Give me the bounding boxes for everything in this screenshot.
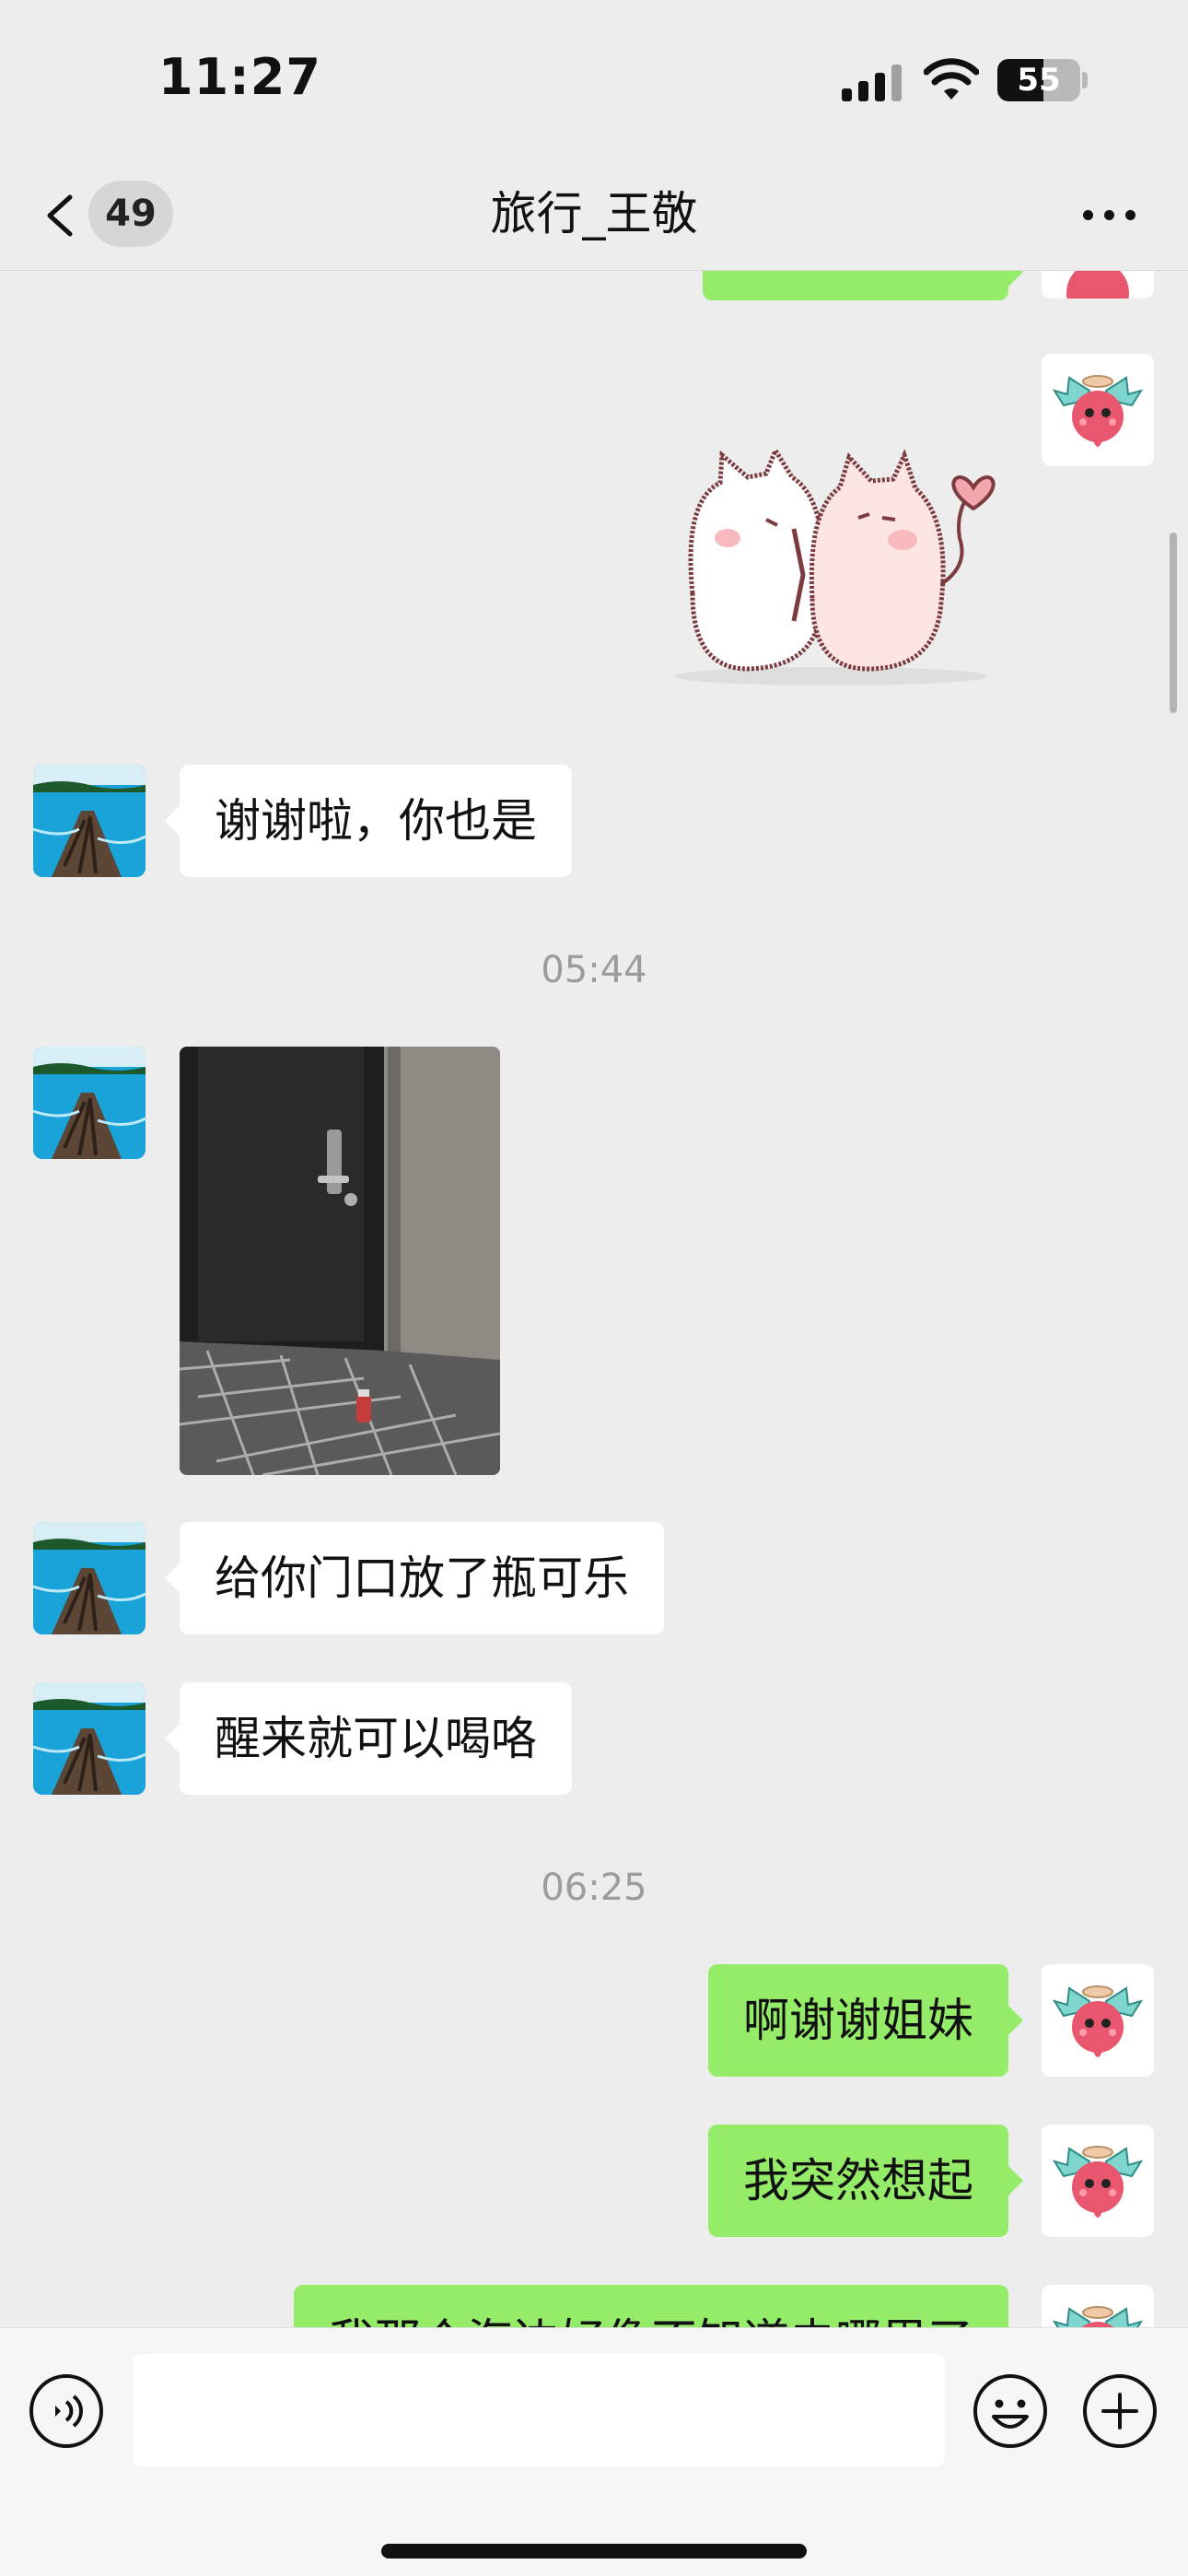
door-photo xyxy=(180,1047,500,1475)
battery-cap xyxy=(1082,72,1088,88)
chat-header: 旅行_王敬 49 xyxy=(0,157,1188,271)
emoji-icon[interactable] xyxy=(972,2372,1049,2450)
sea-avatar-icon xyxy=(33,1047,146,1159)
back-button[interactable]: 49 xyxy=(35,177,182,251)
message-bubble-outgoing[interactable]: 啊谢谢姐妹 xyxy=(708,1964,1023,2077)
sea-avatar-icon xyxy=(33,1522,146,1634)
unread-count-badge: 49 xyxy=(88,181,173,247)
radish-avatar-icon xyxy=(1052,2146,1144,2218)
more-button[interactable] xyxy=(1077,192,1142,238)
input-bar xyxy=(0,2327,1188,2576)
message-bubble-outgoing[interactable]: 我突然想起 xyxy=(708,2125,1023,2237)
contact-avatar[interactable] xyxy=(33,1682,146,1795)
radish-avatar-icon xyxy=(1052,1985,1144,2057)
sea-avatar-icon xyxy=(33,1682,146,1795)
radish-avatar-icon xyxy=(1052,375,1144,447)
my-avatar[interactable] xyxy=(1042,271,1154,299)
message-bubble-outgoing[interactable]: 我那个海边好像不知道去哪里了 xyxy=(294,2285,1023,2327)
home-indicator[interactable] xyxy=(381,2544,807,2558)
message-bubble-incoming[interactable]: 醒来就可以喝咯 xyxy=(165,1682,572,1795)
message-timestamp: 06:25 xyxy=(541,1867,647,1909)
my-avatar[interactable] xyxy=(1042,2125,1154,2237)
message-bubble-incoming[interactable]: 谢谢啦，你也是 xyxy=(165,765,572,877)
add-icon[interactable] xyxy=(1081,2372,1159,2450)
contact-avatar[interactable] xyxy=(33,765,146,877)
more-icon xyxy=(1083,210,1093,220)
message-bubble-incoming[interactable]: 给你门口放了瓶可乐 xyxy=(165,1522,664,1634)
message-input[interactable] xyxy=(133,2354,945,2466)
status-time: 11:27 xyxy=(158,48,321,106)
battery-icon: 55 xyxy=(997,59,1080,101)
message-list[interactable]: 谢谢啦，你也是 05:44 给你门口放了瓶可乐 醒来就可以喝咯 06:25 啊谢… xyxy=(0,271,1188,2327)
voice-icon[interactable] xyxy=(28,2372,105,2450)
status-bar: 11:27 55 xyxy=(0,0,1188,157)
my-avatar[interactable] xyxy=(1042,354,1154,466)
my-avatar[interactable] xyxy=(1042,2285,1154,2327)
back-chevron-icon xyxy=(47,194,73,237)
photo-message[interactable] xyxy=(180,1047,500,1475)
radish-avatar-icon xyxy=(1066,271,1129,299)
wifi-icon xyxy=(924,58,979,100)
signal-icon xyxy=(842,63,904,101)
scroll-indicator[interactable] xyxy=(1170,533,1177,713)
hugging-cats-sticker[interactable] xyxy=(656,400,1006,695)
sea-avatar-icon xyxy=(33,765,146,877)
message-timestamp: 05:44 xyxy=(541,949,647,991)
message-bubble-outgoing[interactable] xyxy=(703,271,1023,300)
my-avatar[interactable] xyxy=(1042,1964,1154,2077)
contact-avatar[interactable] xyxy=(33,1522,146,1634)
contact-avatar[interactable] xyxy=(33,1047,146,1159)
battery-level: 55 xyxy=(1017,62,1061,99)
radish-avatar-icon xyxy=(1052,2306,1144,2327)
